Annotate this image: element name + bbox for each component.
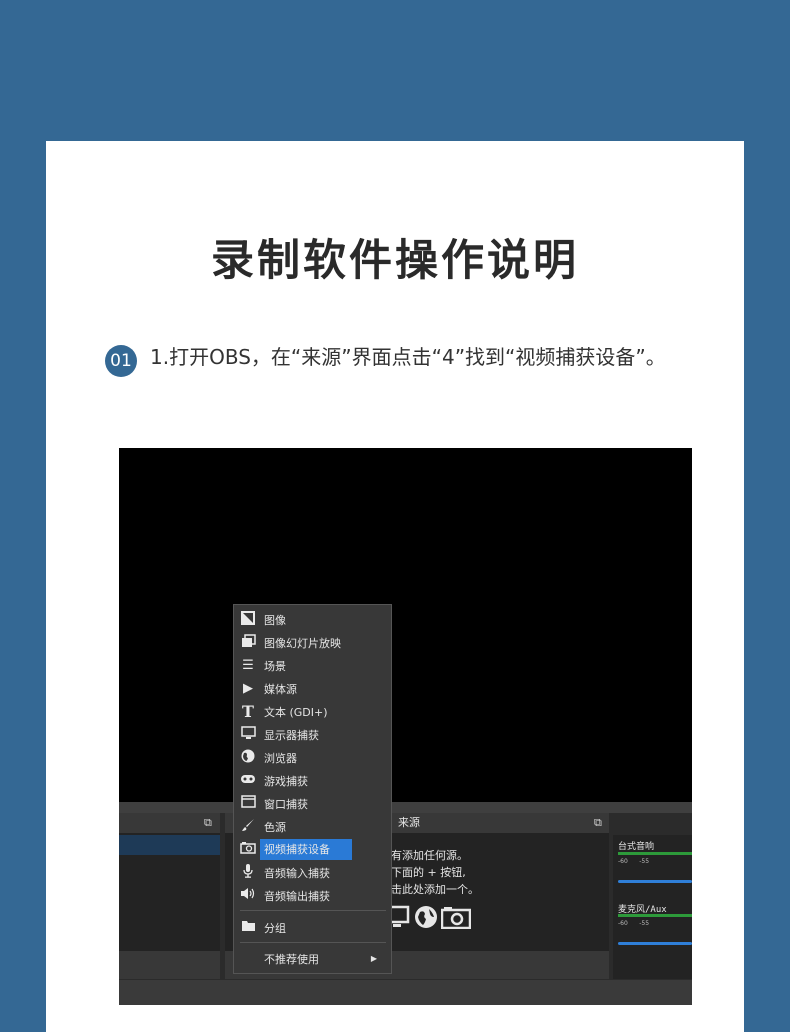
globe-icon xyxy=(415,906,437,928)
volume-meter xyxy=(618,852,692,855)
menu-separator xyxy=(240,910,386,911)
sources-empty-hint[interactable]: 有添加任何源。 下面的 + 按钮, 击此处添加一个。 xyxy=(391,847,479,898)
step-number-badge: 01 xyxy=(105,345,137,377)
mixer-channel-label: 台式音响 xyxy=(618,842,655,852)
dock-area: ⧉ 来源 有添加任何源。 下面的 + 按钮, 击此处添加一个。 ⧉ 台式音响 -… xyxy=(119,813,692,1005)
undock-icon[interactable]: ⧉ xyxy=(204,816,212,830)
sources-placeholder-icons xyxy=(385,905,471,929)
menu-item-group[interactable]: 分组 xyxy=(234,916,391,939)
window-icon xyxy=(238,795,258,812)
meter-ticks: -60 -55 xyxy=(618,858,650,865)
scene-item-selected[interactable] xyxy=(119,835,220,855)
menu-item-text-gdi[interactable]: T 文本 (GDI+) xyxy=(234,700,391,723)
microphone-icon xyxy=(238,863,258,882)
submenu-arrow-icon: ▶ xyxy=(370,954,377,963)
menu-item-window-capture[interactable]: 窗口捕获 xyxy=(234,792,391,815)
slideshow-icon xyxy=(238,633,258,652)
obs-screenshot: ⧉ 来源 有添加任何源。 下面的 + 按钮, 击此处添加一个。 ⧉ 台式音响 -… xyxy=(119,448,692,1005)
audio-mixer-panel: 台式音响 -60 -55 麦克风/Aux -60 -55 xyxy=(613,835,692,979)
gamepad-icon xyxy=(238,773,258,788)
page: { "page": { "title": "录制软件操作说明", "step":… xyxy=(0,0,790,1032)
menu-item-slideshow[interactable]: 图像幻灯片放映 xyxy=(234,631,391,654)
preview-divider xyxy=(119,802,692,813)
menu-item-audio-output-capture[interactable]: 音频输出捕获 xyxy=(234,884,391,907)
step-instruction: 1.打开OBS，在“来源”界面点击“4”找到“视频捕获设备”。 xyxy=(150,345,666,369)
volume-fader[interactable] xyxy=(618,880,692,883)
menu-item-video-capture-device[interactable]: 视频捕获设备 xyxy=(234,838,391,861)
status-bar xyxy=(119,980,692,1005)
menu-item-browser[interactable]: 浏览器 xyxy=(234,746,391,769)
text-icon: T xyxy=(242,702,254,721)
add-source-menu: 图像 图像幻灯片放映 ☰ 场景 ▶ 媒体源 T 文本 (GDI+) 显示器捕获 xyxy=(233,604,392,974)
menu-separator xyxy=(240,942,386,943)
menu-item-image[interactable]: 图像 xyxy=(234,608,391,631)
brush-icon xyxy=(238,818,258,836)
menu-item-game-capture[interactable]: 游戏捕获 xyxy=(234,769,391,792)
menu-item-color-source[interactable]: 色源 xyxy=(234,815,391,838)
sources-panel-title: 来源 xyxy=(398,816,420,829)
monitor-icon xyxy=(238,726,258,743)
volume-meter xyxy=(618,914,692,917)
globe-icon xyxy=(238,749,258,767)
camera-icon xyxy=(238,841,258,858)
meter-ticks: -60 -55 xyxy=(618,920,650,927)
undock-icon[interactable]: ⧉ xyxy=(594,816,602,830)
folder-icon xyxy=(238,919,258,936)
speaker-icon xyxy=(238,887,258,904)
menu-item-media-source[interactable]: ▶ 媒体源 xyxy=(234,677,391,700)
scenes-panel xyxy=(119,813,220,979)
image-icon xyxy=(238,610,258,629)
page-title: 录制软件操作说明 xyxy=(211,236,579,286)
camera-icon xyxy=(441,907,471,929)
play-icon: ▶ xyxy=(243,681,253,696)
menu-item-scene[interactable]: ☰ 场景 xyxy=(234,654,391,677)
scene-list-icon: ☰ xyxy=(242,658,254,673)
menu-item-audio-input-capture[interactable]: 音频输入捕获 xyxy=(234,861,391,884)
menu-item-deprecated[interactable]: 不推荐使用 ▶ xyxy=(234,947,391,970)
scenes-panel-footer xyxy=(119,951,220,979)
volume-fader[interactable] xyxy=(618,942,692,945)
menu-item-display-capture[interactable]: 显示器捕获 xyxy=(234,723,391,746)
